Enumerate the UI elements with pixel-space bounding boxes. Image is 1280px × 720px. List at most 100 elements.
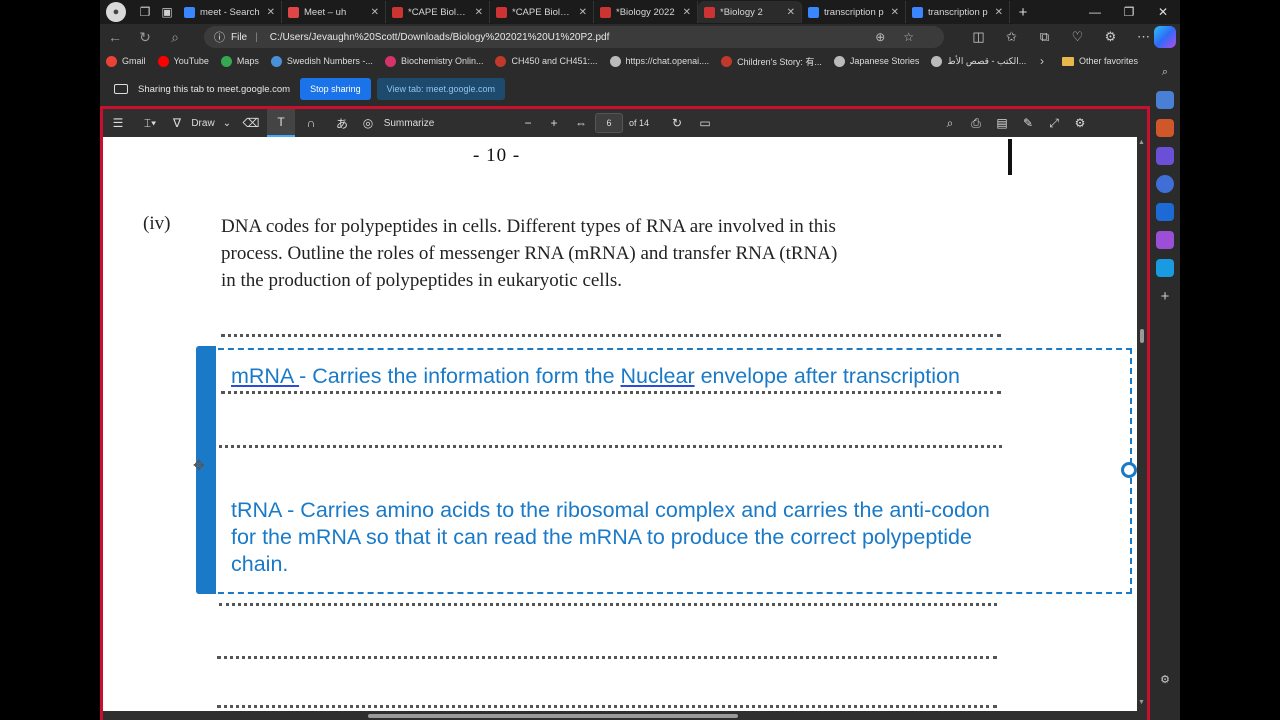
refresh-icon[interactable]: ↻ xyxy=(130,29,160,46)
trna-answer[interactable]: tRNA - Carries amino acids to the riboso… xyxy=(231,497,990,578)
tab[interactable]: *Biology 2022 ✕ xyxy=(594,1,698,23)
tab[interactable]: transcription p ✕ xyxy=(802,1,906,23)
sidebar-settings-icon[interactable]: ⚙ xyxy=(1156,670,1174,688)
info-icon[interactable]: ⓘ xyxy=(214,29,225,45)
tab[interactable]: *CAPE Biology ✕ xyxy=(490,1,594,23)
rotate-icon[interactable]: ↻ xyxy=(663,109,691,137)
tab-close-icon[interactable]: ✕ xyxy=(995,7,1003,18)
scroll-thumb-horizontal[interactable] xyxy=(368,714,738,718)
tab[interactable]: Meet – uh ✕ xyxy=(282,1,386,23)
telegram-icon[interactable] xyxy=(1156,259,1174,277)
resize-handle[interactable] xyxy=(1121,462,1137,478)
tag-icon[interactable] xyxy=(1156,91,1174,109)
other-favorites[interactable]: Other favorites xyxy=(1062,56,1138,66)
tab-title: *CAPE Biology xyxy=(408,6,471,18)
tab[interactable]: *CAPE Biology ✕ xyxy=(386,1,490,23)
favorite-label: YouTube xyxy=(173,56,209,66)
copilot-icon[interactable] xyxy=(1154,26,1176,48)
favorite-item[interactable]: YouTube xyxy=(157,55,209,68)
favorite-item[interactable]: الكتب - قصص الأط... xyxy=(931,55,1026,68)
highlight-icon[interactable]: ⌶▾ xyxy=(133,109,167,137)
tab-close-icon[interactable]: ✕ xyxy=(787,7,795,18)
favorite-label: الكتب - قصص الأط... xyxy=(947,55,1027,66)
tab-close-icon[interactable]: ✕ xyxy=(579,7,587,18)
favorite-item[interactable]: Swedish Numbers -... xyxy=(270,55,373,68)
minimize-icon[interactable]: — xyxy=(1078,0,1112,24)
move-icon[interactable]: ✥ xyxy=(193,457,205,474)
profile-avatar[interactable]: ● xyxy=(106,2,126,22)
favorite-item[interactable]: https://chat.openai.... xyxy=(609,55,709,68)
favorites-icon[interactable]: ✩ xyxy=(995,29,1028,45)
extensions-icon[interactable]: ⚙ xyxy=(1094,29,1127,45)
tab[interactable]: transcription p ✕ xyxy=(906,1,1010,23)
zoom-in-icon[interactable]: + xyxy=(541,109,567,137)
text-box-icon[interactable]: T xyxy=(267,109,295,137)
scroll-up-icon[interactable]: ▲ xyxy=(1138,139,1145,146)
search-icon[interactable]: ⌕ xyxy=(1156,63,1174,81)
favorite-item[interactable]: Gmail xyxy=(106,55,146,68)
chevron-down-icon[interactable]: ⌄ xyxy=(219,109,235,137)
designer-icon[interactable] xyxy=(1156,231,1174,249)
chevron-right-icon[interactable]: › xyxy=(1040,54,1044,68)
scroll-thumb[interactable] xyxy=(1140,329,1144,343)
new-tab-button[interactable]: + xyxy=(1010,4,1036,21)
add-icon[interactable]: + xyxy=(1156,287,1174,305)
vertical-scrollbar[interactable]: ▲ ▼ xyxy=(1137,137,1147,711)
page-view-icon[interactable]: ▭ xyxy=(691,109,719,137)
collections-icon[interactable]: ⧉ xyxy=(1028,29,1061,45)
mrna-answer[interactable]: mRNA - Carries the information form the … xyxy=(231,363,960,390)
settings-icon[interactable]: ⚙ xyxy=(1067,109,1093,137)
close-window-icon[interactable]: ✕ xyxy=(1146,0,1180,24)
people-icon[interactable] xyxy=(1156,147,1174,165)
erase-icon[interactable]: ⌫ xyxy=(235,109,267,137)
fit-page-icon[interactable]: ⇔ xyxy=(567,109,595,137)
toolbox-icon[interactable] xyxy=(1156,119,1174,137)
tab-close-icon[interactable]: ✕ xyxy=(267,7,275,18)
translate-icon[interactable]: あ xyxy=(327,109,357,137)
print-icon[interactable]: ⎙ xyxy=(963,109,989,137)
tab-close-icon[interactable]: ✕ xyxy=(371,7,379,18)
favorite-item[interactable]: Biochemistry Onlin... xyxy=(384,55,484,68)
summarize-button[interactable]: Summarize xyxy=(379,109,439,137)
address-bar[interactable]: ⓘ File | C:/Users/Jevaughn%20Scott/Downl… xyxy=(204,26,944,48)
zoom-and-favorite-icons[interactable]: ⊕☆ xyxy=(875,30,932,44)
tab[interactable]: meet - Search ✕ xyxy=(178,1,282,23)
horizontal-scrollbar[interactable] xyxy=(103,711,1147,720)
summarize-icon[interactable]: ◎ xyxy=(357,109,379,137)
favorite-icon xyxy=(220,55,232,67)
draw-button[interactable]: Draw xyxy=(187,109,219,137)
favorite-icon xyxy=(106,55,117,67)
favorite-item[interactable]: CH450 and CH451:... xyxy=(495,55,598,68)
contents-icon[interactable]: ☰ xyxy=(103,109,133,137)
find-icon[interactable]: ⌕ xyxy=(937,109,963,137)
tab-close-icon[interactable]: ✕ xyxy=(891,7,899,18)
draw-icon[interactable]: ∇ xyxy=(167,109,187,137)
tab-close-icon[interactable]: ✕ xyxy=(475,7,483,18)
favorite-item[interactable]: Japanese Stories xyxy=(833,55,919,68)
scroll-down-icon[interactable]: ▼ xyxy=(1138,699,1145,706)
workspaces-icon[interactable]: ❐ xyxy=(134,1,156,23)
vertical-tabs-icon[interactable]: ▣ xyxy=(156,1,178,23)
favorite-label: Children's Story: 有... xyxy=(737,56,822,67)
stop-sharing-button[interactable]: Stop sharing xyxy=(300,78,371,100)
view-tab-button[interactable]: View tab: meet.google.com xyxy=(376,78,506,100)
fullscreen-icon[interactable]: ⤢ xyxy=(1041,109,1067,137)
favorite-item[interactable]: Maps xyxy=(220,55,259,68)
tab[interactable]: *Biology 2 ✕ xyxy=(698,1,802,23)
tab-close-icon[interactable]: ✕ xyxy=(683,7,691,18)
edge-icon[interactable] xyxy=(1156,175,1174,193)
read-aloud-icon[interactable]: ∩ xyxy=(295,109,327,137)
outlook-icon[interactable] xyxy=(1156,203,1174,221)
restore-icon[interactable]: ❐ xyxy=(1112,0,1146,24)
page-number-input[interactable]: 6 xyxy=(595,113,623,133)
search-icon[interactable]: ⌕ xyxy=(160,29,190,46)
save-as-icon[interactable]: ✎ xyxy=(1015,109,1041,137)
zoom-out-icon[interactable]: − xyxy=(515,109,541,137)
heart-icon[interactable]: ♡ xyxy=(1061,29,1094,45)
sharing-text: Sharing this tab to meet.google.com xyxy=(138,83,291,95)
save-icon[interactable]: ▤ xyxy=(989,109,1015,137)
split-screen-icon[interactable]: ◫ xyxy=(962,29,995,45)
favorite-label: Biochemistry Onlin... xyxy=(400,56,484,66)
favorite-item[interactable]: Children's Story: 有... xyxy=(721,55,822,68)
back-icon[interactable]: ← xyxy=(100,29,130,45)
